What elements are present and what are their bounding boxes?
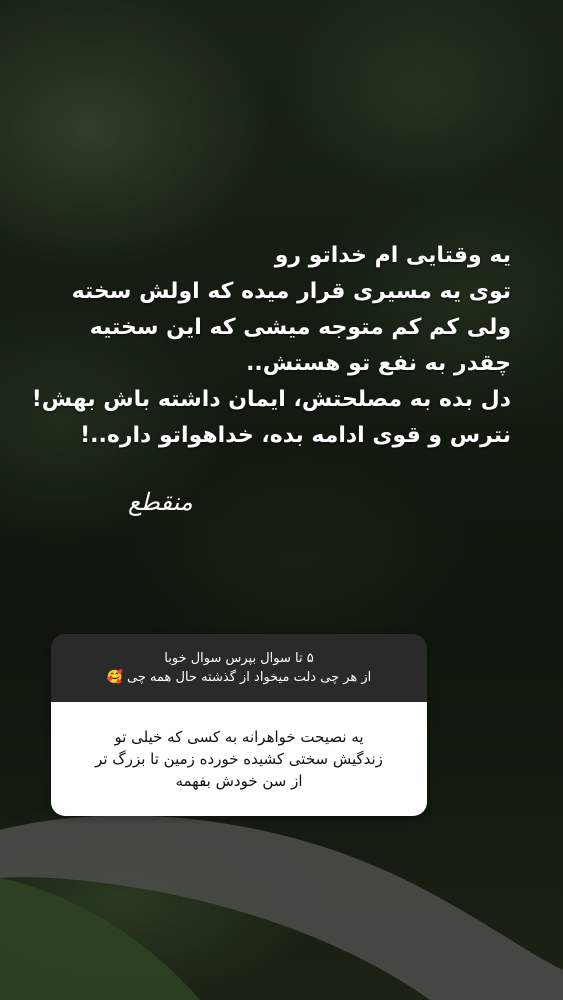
caption-line: دل بده به مصلحتش، ایمان داشته باش بهش! bbox=[31, 387, 511, 412]
question-title: ۵ تا سوال بپرس سوال خوبا bbox=[164, 651, 314, 666]
question-header: ۵ تا سوال بپرس سوال خوبا از هر چی دلت می… bbox=[51, 634, 427, 702]
question-subtitle: از هر چی دلت میخواد از گذشته حال همه چی … bbox=[106, 670, 372, 685]
answer-line: زندگیش سختی کشیده خورده زمین تا بزرگ تر bbox=[95, 750, 383, 768]
caption-line: یه وقتایی ام خداتو رو bbox=[274, 243, 511, 268]
caption-line: چقدر به نفع تو هستش.. bbox=[246, 351, 511, 376]
answer-body: یه نصیحت خواهرانه به کسی که خیلی تو زندگ… bbox=[51, 702, 427, 816]
question-sticker[interactable]: ۵ تا سوال بپرس سوال خوبا از هر چی دلت می… bbox=[51, 634, 427, 816]
caption-line: نترس و قوی ادامه بده، خداهواتو داره..! bbox=[80, 423, 511, 448]
story-caption: یه وقتایی ام خداتو رو توی یه مسیری قرار … bbox=[31, 238, 511, 454]
answer-line: یه نصیحت خواهرانه به کسی که خیلی تو bbox=[114, 728, 364, 746]
caption-line: ولی کم کم متوجه میشی که این سختیه bbox=[89, 315, 511, 340]
signature: منقطع bbox=[128, 488, 193, 516]
forest-road bbox=[0, 815, 563, 1000]
answer-line: از سن خودش بفهمه bbox=[175, 772, 303, 790]
caption-line: توی یه مسیری قرار میده که اولش سخته bbox=[71, 279, 511, 304]
